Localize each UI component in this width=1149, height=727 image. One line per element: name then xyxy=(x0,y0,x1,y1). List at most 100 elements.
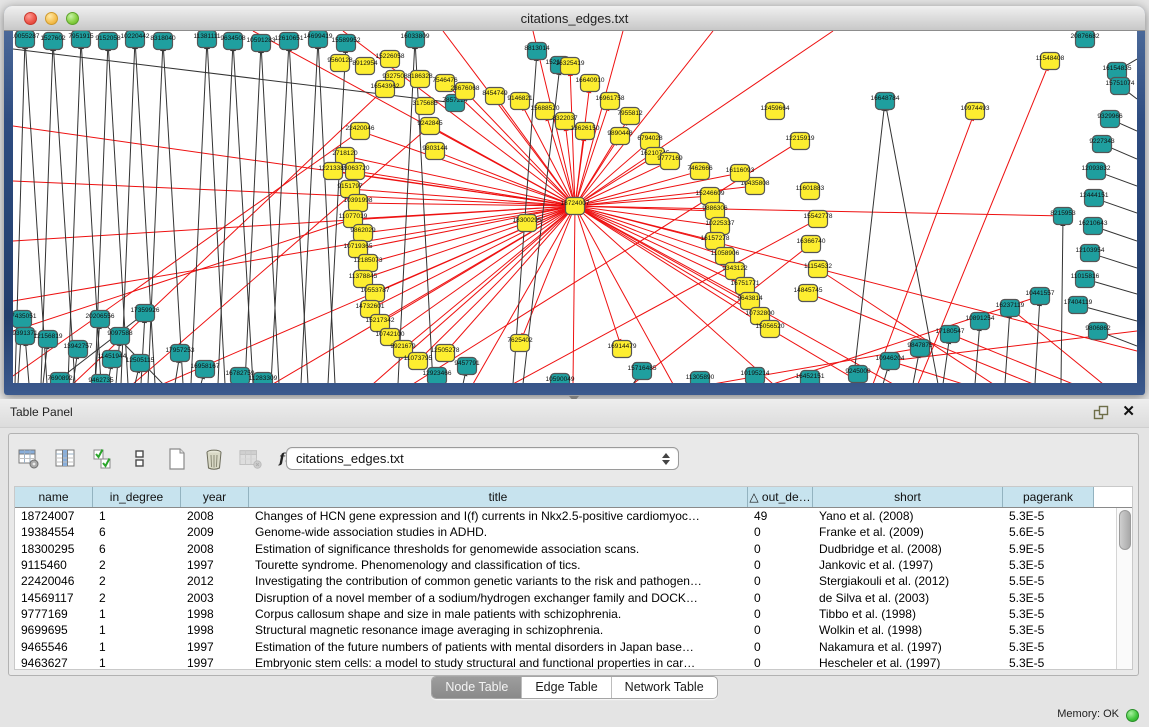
column-header-name[interactable]: name xyxy=(15,487,93,507)
svg-text:3175685: 3175685 xyxy=(412,100,438,107)
svg-text:10591283: 10591283 xyxy=(247,37,276,44)
svg-text:12610651: 12610651 xyxy=(275,35,304,42)
svg-text:9643814: 9643814 xyxy=(737,295,763,302)
tab-network-table[interactable]: Network Table xyxy=(611,677,717,698)
svg-text:7462666: 7462666 xyxy=(687,165,713,172)
cell-title: Investigating the contribution of common… xyxy=(249,574,748,588)
column-header-short[interactable]: short xyxy=(813,487,1003,507)
cell-year: 1998 xyxy=(181,607,249,621)
svg-text:16210643: 16210643 xyxy=(1079,220,1108,227)
svg-text:9245009: 9245009 xyxy=(845,368,871,375)
cell-short: Wolkin et al. (1998) xyxy=(813,623,1003,637)
tab-edge-table[interactable]: Edge Table xyxy=(521,677,610,698)
table-row[interactable]: 946554611997Estimation of the future num… xyxy=(15,638,1132,654)
table-row[interactable]: 1938455462009Genome-wide association stu… xyxy=(15,524,1132,540)
cell-title: Estimation of the future numbers of pati… xyxy=(249,640,748,654)
column-header-year[interactable]: year xyxy=(181,487,249,507)
table-body: 1872400712008Changes of HCN gene express… xyxy=(15,508,1132,670)
cell-out_degree: 0 xyxy=(748,591,813,605)
svg-text:11548408: 11548408 xyxy=(1036,55,1065,62)
cell-year: 2012 xyxy=(181,574,249,588)
svg-text:16452151: 16452151 xyxy=(796,373,825,380)
cell-pagerank: 5.3E-5 xyxy=(1003,509,1094,523)
svg-text:16237119: 16237119 xyxy=(996,302,1025,309)
tab-node-table[interactable]: Node Table xyxy=(432,677,521,698)
close-panel-icon[interactable]: ✕ xyxy=(1122,402,1135,422)
svg-text:9151797: 9151797 xyxy=(337,183,363,190)
table-row[interactable]: 1830029562008Estimation of significance … xyxy=(15,541,1132,557)
cell-year: 2009 xyxy=(181,525,249,539)
svg-text:16751771: 16751771 xyxy=(731,280,760,287)
cell-pagerank: 5.3E-5 xyxy=(1003,640,1094,654)
float-panel-icon[interactable] xyxy=(1093,405,1109,420)
network-window-titlebar[interactable]: citations_edges.txt xyxy=(4,6,1145,31)
scrollbar-thumb[interactable] xyxy=(1119,510,1131,550)
table-mode-icon[interactable] xyxy=(17,447,41,471)
svg-text:8912954: 8912954 xyxy=(352,60,378,67)
svg-text:18724007: 18724007 xyxy=(561,200,590,207)
vertical-scrollbar[interactable] xyxy=(1116,508,1132,669)
column-header-in_degree[interactable]: in_degree xyxy=(93,487,181,507)
svg-text:9146821: 9146821 xyxy=(507,95,533,102)
cell-title: Embryonic stem cells: a model to study s… xyxy=(249,656,748,670)
cell-year: 1997 xyxy=(181,640,249,654)
svg-text:9097588: 9097588 xyxy=(107,330,133,337)
table-row[interactable]: 977716911998Corpus callosum shape and si… xyxy=(15,606,1132,622)
cell-in_degree: 1 xyxy=(93,607,181,621)
svg-text:16325419: 16325419 xyxy=(556,60,585,67)
svg-text:10590049: 10590049 xyxy=(546,376,575,383)
svg-text:9806862: 9806862 xyxy=(1085,325,1111,332)
cell-name: 9777169 xyxy=(15,607,93,621)
svg-text:15688520: 15688520 xyxy=(531,105,560,112)
svg-text:20876682: 20876682 xyxy=(1071,33,1100,40)
svg-text:16961758: 16961758 xyxy=(596,95,625,102)
delete-column-icon[interactable] xyxy=(202,447,226,471)
cell-short: Franke et al. (2009) xyxy=(813,525,1003,539)
cell-pagerank: 5.3E-5 xyxy=(1003,558,1094,572)
node-table: namein_degreeyeartitle△ out_de…shortpage… xyxy=(14,486,1133,670)
table-row[interactable]: 1872400712008Changes of HCN gene express… xyxy=(15,508,1132,524)
table-select[interactable]: citations_edges.txt xyxy=(286,447,679,470)
create-column-icon[interactable] xyxy=(165,447,189,471)
column-header-title[interactable]: title xyxy=(249,487,748,507)
selection-mode-icon[interactable] xyxy=(91,447,115,471)
column-visibility-icon[interactable] xyxy=(54,447,78,471)
cell-name: 22420046 xyxy=(15,574,93,588)
network-graph-canvas[interactable]: 1005528715276027951915915205810220442831… xyxy=(13,31,1137,383)
cell-short: Stergiakouli et al. (2012) xyxy=(813,574,1003,588)
cell-title: Structural magnetic resonance image aver… xyxy=(249,623,748,637)
column-header-out_degree[interactable]: △ out_de… xyxy=(748,487,813,507)
table-row[interactable]: 946362711997Embryonic stem cells: a mode… xyxy=(15,655,1132,670)
table-row[interactable]: 969969511998Structural magnetic resonanc… xyxy=(15,622,1132,638)
svg-text:16543962: 16543962 xyxy=(371,83,400,90)
row-height-icon[interactable] xyxy=(128,447,152,471)
table-row[interactable]: 1456911722003Disruption of a novel membe… xyxy=(15,589,1132,605)
network-view-window: citations_edges.txt 10055287152760279519… xyxy=(4,6,1145,395)
cell-short: Dudbridge et al. (2008) xyxy=(813,542,1003,556)
cell-pagerank: 5.3E-5 xyxy=(1003,656,1094,670)
svg-text:10946204: 10946204 xyxy=(876,355,905,362)
svg-text:11381111: 11381111 xyxy=(194,33,221,40)
memory-status-indicator[interactable] xyxy=(1126,709,1139,722)
svg-text:23676068: 23676068 xyxy=(451,85,480,92)
svg-text:15716485: 15716485 xyxy=(628,365,657,372)
svg-text:11154532: 11154532 xyxy=(804,263,832,270)
cell-short: Yano et al. (2008) xyxy=(813,509,1003,523)
svg-text:11073795: 11073795 xyxy=(404,355,433,362)
table-row[interactable]: 911546021997Tourette syndrome. Phenomeno… xyxy=(15,557,1132,573)
svg-text:20206556: 20206556 xyxy=(86,313,115,320)
cell-name: 9465546 xyxy=(15,640,93,654)
cell-in_degree: 2 xyxy=(93,558,181,572)
svg-text:9343122: 9343122 xyxy=(722,265,748,272)
cell-in_degree: 1 xyxy=(93,623,181,637)
cell-short: Nakamura et al. (1997) xyxy=(813,640,1003,654)
svg-text:1527602: 1527602 xyxy=(40,35,66,42)
column-header-pagerank[interactable]: pagerank xyxy=(1003,487,1094,507)
table-panel-title: Table Panel xyxy=(10,405,73,419)
table-tabs-row: Node TableEdge TableNetwork Table xyxy=(0,676,1149,699)
svg-text:11077019: 11077019 xyxy=(339,213,368,220)
select-stepper-icon xyxy=(662,453,670,465)
svg-text:14845745: 14845745 xyxy=(794,287,823,294)
cell-in_degree: 1 xyxy=(93,509,181,523)
table-row[interactable]: 2242004622012Investigating the contribut… xyxy=(15,573,1132,589)
